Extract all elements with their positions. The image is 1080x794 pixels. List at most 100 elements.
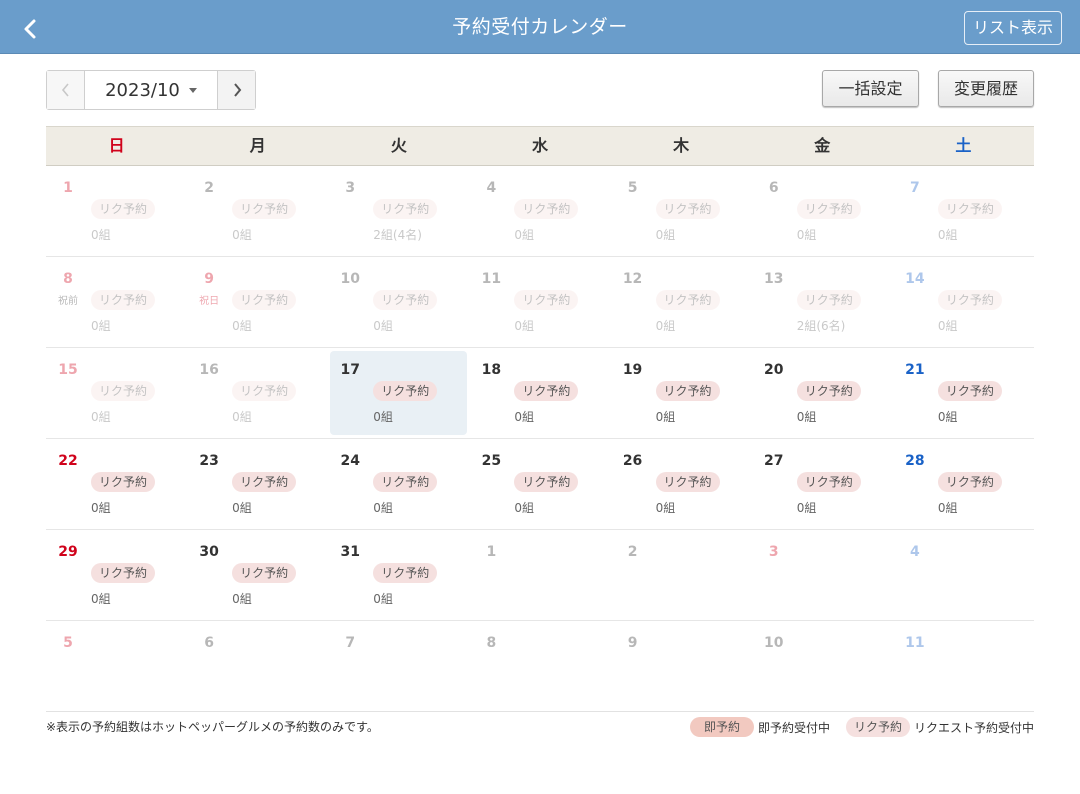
day-cell[interactable]: 20 リク予約 0組 xyxy=(752,348,893,438)
request-badge[interactable]: リク予約 xyxy=(655,290,720,310)
day-number: 26 xyxy=(622,453,643,469)
request-badge[interactable]: リク予約 xyxy=(232,381,297,401)
request-badge[interactable]: リク予約 xyxy=(91,199,155,219)
day-cell[interactable]: 6 リク予約 0組 xyxy=(752,166,893,256)
request-badge[interactable]: リク予約 xyxy=(91,563,155,583)
month-navigator: 2023/10 xyxy=(46,70,256,110)
day-cell[interactable]: 8 祝前 リク予約 0組 xyxy=(46,257,187,347)
request-badge[interactable]: リク予約 xyxy=(232,563,297,583)
day-cell[interactable]: 30 リク予約 0組 xyxy=(187,530,328,620)
next-month-button[interactable] xyxy=(217,71,255,109)
request-badge[interactable]: リク予約 xyxy=(232,199,297,219)
day-cell[interactable]: 9 祝日 リク予約 0組 xyxy=(187,257,328,347)
day-cell[interactable]: 13 リク予約 2組(6名) xyxy=(752,257,893,347)
request-badge[interactable]: リク予約 xyxy=(937,381,1002,401)
calendar-week: 22 リク予約 0組 23 リク予約 0組 24 リク予約 0組 25 リク予約 0組 26 リク… xyxy=(46,439,1034,530)
day-number: 16 xyxy=(199,362,219,378)
day-cell[interactable]: 1 リク予約 0組 xyxy=(46,166,187,256)
list-view-button[interactable]: リスト表示 xyxy=(964,11,1062,45)
day-cell[interactable]: 3 リク予約 2組(4名) xyxy=(328,166,469,256)
day-cell-next-month: 10 xyxy=(752,621,893,712)
page-title: 予約受付カレンダー xyxy=(452,16,628,38)
day-number: 11 xyxy=(905,635,925,651)
day-number: 31 xyxy=(340,544,361,560)
day-cell[interactable]: 2 リク予約 0組 xyxy=(187,166,328,256)
weekday-sat: 土 xyxy=(955,136,972,155)
request-badge[interactable]: リク予約 xyxy=(796,472,861,492)
day-cell[interactable]: 26 リク予約 0組 xyxy=(611,439,752,529)
day-number: 6 xyxy=(204,635,215,651)
day-number: 14 xyxy=(905,271,925,287)
day-cell-next-month: 7 xyxy=(328,621,469,712)
day-cell[interactable]: 21 リク予約 0組 xyxy=(893,348,1034,438)
prev-month-button[interactable] xyxy=(47,71,85,109)
calendar-week: 1 リク予約 0組 2 リク予約 0組 3 リク予約 2組(4名) 4 リク予約 0組 5 リク予… xyxy=(46,166,1034,257)
day-cell[interactable]: 14 リク予約 0組 xyxy=(893,257,1034,347)
request-badge[interactable]: リク予約 xyxy=(91,381,155,401)
day-cell[interactable]: 23 リク予約 0組 xyxy=(187,439,328,529)
day-number: 10 xyxy=(340,271,361,287)
day-number: 13 xyxy=(763,271,784,287)
request-badge[interactable]: リク予約 xyxy=(373,199,438,219)
request-badge[interactable]: リク予約 xyxy=(91,472,155,492)
request-badge[interactable]: リク予約 xyxy=(514,290,579,310)
request-badge[interactable]: リク予約 xyxy=(373,563,438,583)
request-badge[interactable]: リク予約 xyxy=(937,290,1002,310)
reservation-count: 0組 xyxy=(91,228,111,242)
day-cell[interactable]: 27 リク予約 0組 xyxy=(752,439,893,529)
reservation-count: 0組 xyxy=(514,319,535,333)
day-cell[interactable]: 4 リク予約 0組 xyxy=(469,166,610,256)
day-cell[interactable]: 12 リク予約 0組 xyxy=(611,257,752,347)
day-cell[interactable]: 11 リク予約 0組 xyxy=(469,257,610,347)
request-badge[interactable]: リク予約 xyxy=(514,472,579,492)
request-badge[interactable]: リク予約 xyxy=(937,472,1002,492)
calendar-week: 15 リク予約 0組 16 リク予約 0組 17 リク予約 0組 18 リク予約 0組 19 リク… xyxy=(46,348,1034,439)
footer-divider xyxy=(46,711,1034,712)
day-cell[interactable]: 25 リク予約 0組 xyxy=(469,439,610,529)
request-badge[interactable]: リク予約 xyxy=(373,290,438,310)
request-badge[interactable]: リク予約 xyxy=(373,381,438,401)
request-badge[interactable]: リク予約 xyxy=(91,290,155,310)
day-cell[interactable]: 10 リク予約 0組 xyxy=(328,257,469,347)
reservation-count: 0組 xyxy=(655,501,676,515)
request-badge[interactable]: リク予約 xyxy=(232,472,297,492)
request-badge[interactable]: リク予約 xyxy=(796,199,861,219)
reservation-count: 2組(6名) xyxy=(796,319,846,333)
request-badge[interactable]: リク予約 xyxy=(655,472,720,492)
day-cell[interactable]: 28 リク予約 0組 xyxy=(893,439,1034,529)
day-cell[interactable]: 5 リク予約 0組 xyxy=(611,166,752,256)
day-number: 7 xyxy=(909,180,920,196)
month-selector[interactable]: 2023/10 xyxy=(85,71,217,109)
request-badge[interactable]: リク予約 xyxy=(373,472,438,492)
bulk-settings-button[interactable]: 一括設定 xyxy=(822,70,919,107)
reservation-count: 0組 xyxy=(91,501,111,515)
day-cell-today[interactable]: 17 リク予約 0組 xyxy=(328,348,469,438)
request-badge[interactable]: リク予約 xyxy=(796,290,861,310)
change-history-button[interactable]: 変更履歴 xyxy=(938,70,1034,107)
request-badge[interactable]: リク予約 xyxy=(655,381,720,401)
calendar-week: 29 リク予約 0組 30 リク予約 0組 31 リク予約 0組 1 2 3 4 xyxy=(46,530,1034,621)
day-cell[interactable]: 15 リク予約 0組 xyxy=(46,348,187,438)
day-cell[interactable]: 22 リク予約 0組 xyxy=(46,439,187,529)
day-cell-next-month: 4 xyxy=(893,530,1034,620)
day-cell[interactable]: 16 リク予約 0組 xyxy=(187,348,328,438)
day-cell-next-month: 9 xyxy=(611,621,752,712)
legend-request: リク予約 リクエスト予約受付中 xyxy=(846,717,1034,737)
request-badge[interactable]: リク予約 xyxy=(514,199,579,219)
day-number: 19 xyxy=(622,362,643,378)
day-cell[interactable]: 29 リク予約 0組 xyxy=(46,530,187,620)
request-badge[interactable]: リク予約 xyxy=(796,381,861,401)
reservation-count: 0組 xyxy=(91,410,111,424)
day-cell[interactable]: 7 リク予約 0組 xyxy=(893,166,1034,256)
day-cell[interactable]: 19 リク予約 0組 xyxy=(611,348,752,438)
request-badge[interactable]: リク予約 xyxy=(232,290,297,310)
day-cell-next-month: 1 xyxy=(469,530,610,620)
request-badge[interactable]: リク予約 xyxy=(937,199,1002,219)
day-cell[interactable]: 18 リク予約 0組 xyxy=(469,348,610,438)
day-cell[interactable]: 24 リク予約 0組 xyxy=(328,439,469,529)
request-badge[interactable]: リク予約 xyxy=(514,381,579,401)
day-cell-next-month: 11 xyxy=(893,621,1034,712)
day-cell[interactable]: 31 リク予約 0組 xyxy=(328,530,469,620)
day-number: 4 xyxy=(909,544,920,560)
request-badge[interactable]: リク予約 xyxy=(655,199,720,219)
